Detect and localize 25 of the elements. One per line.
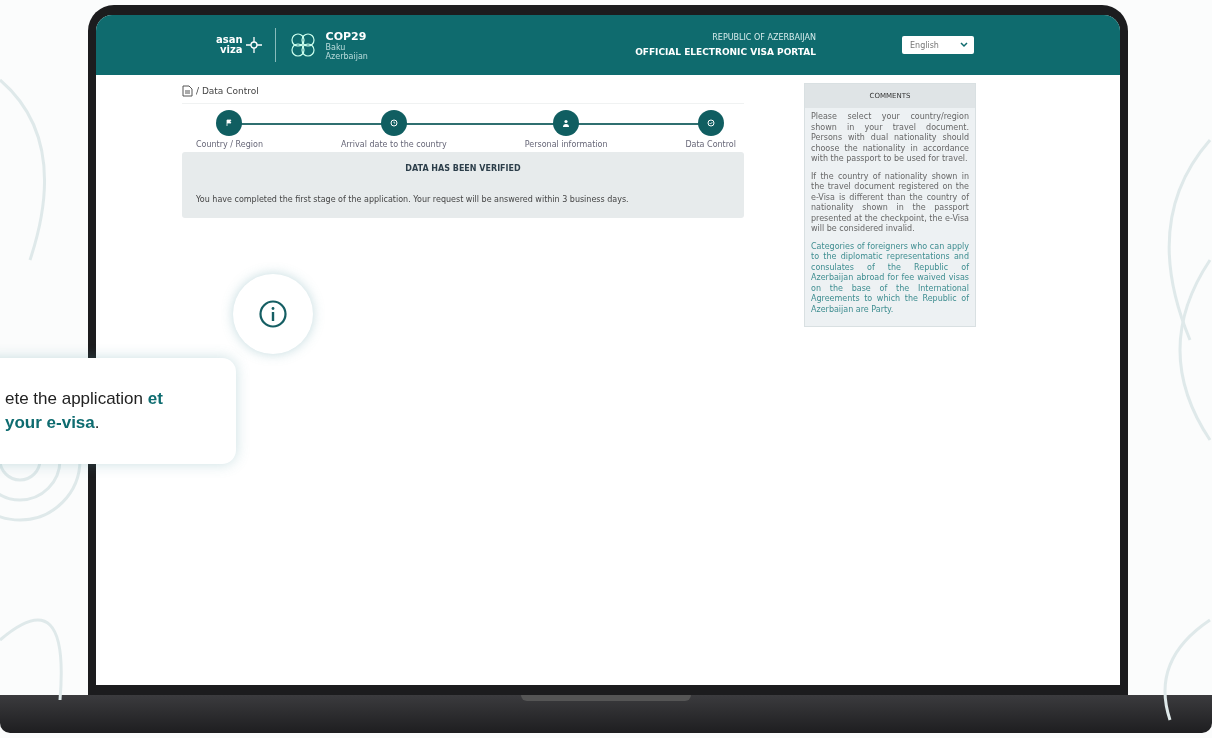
step-label: Personal information	[524, 140, 608, 149]
comment-paragraph: If the country of nationality shown in the travel document registered on the e-Visa is different than the country of nationality shown in the passport presented at the checkpoint, the e-Visa will be considered invalid.	[811, 171, 969, 235]
event-title: COP29	[325, 29, 368, 43]
language-select[interactable]: English	[902, 36, 974, 54]
info-icon	[258, 299, 288, 329]
document-icon	[182, 85, 193, 97]
step-label: Arrival date to the country	[340, 140, 447, 149]
comments-link[interactable]: Categories of foreigners who can apply to the diplomatic representations and consulates of the Republic of Azerbaijan abroad for fee waived visas on the base of the International Agreements to which the Republic of Azerbaijan are Party.	[811, 241, 969, 315]
portal-title: OFFICIAL ELECTRONIC VISA PORTAL	[635, 47, 816, 57]
flower-logo-icon	[244, 36, 263, 54]
event-subtitle: Baku Azerbaijan	[325, 42, 368, 61]
callout-text: ete the application et your e-visa.	[5, 388, 163, 434]
result-title: DATA HAS BEEN VERIFIED	[405, 164, 521, 173]
country-title: REPUBLIC OF AZERBAIJAN	[712, 33, 816, 42]
step-label: Country / Region	[196, 140, 263, 149]
breadcrumb: / Data Control	[196, 86, 259, 96]
chevron-down-icon	[960, 42, 968, 48]
flag-icon	[225, 119, 234, 127]
result-message: You have completed the first stage of the application. Your request will be answered within 3 business days.	[196, 195, 629, 204]
step-label: Data Control	[685, 140, 736, 149]
logo-text: asan viza	[216, 35, 243, 55]
check-icon	[706, 119, 715, 127]
person-icon	[562, 119, 571, 127]
comment-paragraph: Please select your country/region shown in your travel document. Persons with dual nationality should choose the nationality in accordance with the passport to be used for travel.	[811, 112, 969, 165]
clock-icon	[389, 119, 398, 127]
